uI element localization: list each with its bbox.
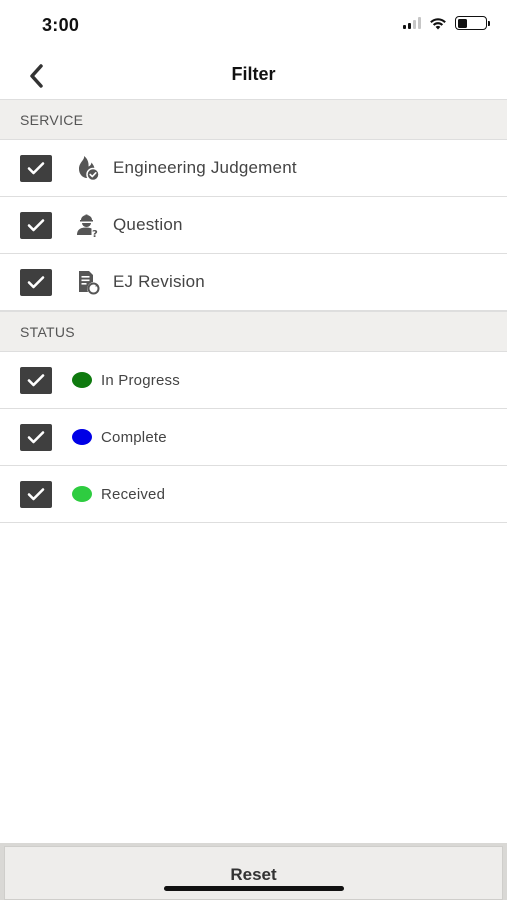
wifi-icon — [430, 17, 446, 29]
status-dot — [72, 372, 92, 388]
checkbox[interactable] — [20, 423, 52, 451]
section-header-service: SERVICE — [0, 99, 507, 140]
status-item-received[interactable]: Received — [0, 466, 507, 523]
service-item-question[interactable]: ? Question — [0, 197, 507, 254]
status-dot — [72, 486, 92, 502]
checkmark-icon — [27, 162, 45, 175]
status-item-label: Received — [101, 485, 166, 503]
battery-icon — [455, 16, 490, 30]
checkmark-icon — [27, 219, 45, 232]
checkmark-icon — [27, 374, 45, 387]
service-item-label: EJ Revision — [113, 272, 205, 291]
checkmark-icon — [27, 431, 45, 444]
status-item-complete[interactable]: Complete — [0, 409, 507, 466]
worker-question-icon: ? — [72, 210, 102, 240]
document-revision-icon — [72, 267, 102, 297]
checkbox[interactable] — [20, 366, 52, 394]
checkbox[interactable] — [20, 268, 52, 296]
svg-text:?: ? — [92, 229, 98, 239]
status-item-label: In Progress — [101, 371, 180, 389]
status-icons — [403, 16, 490, 30]
home-indicator[interactable] — [164, 886, 344, 891]
status-item-label: Complete — [101, 428, 167, 446]
fire-check-icon — [72, 153, 102, 183]
service-item-label: Question — [113, 215, 183, 234]
status-dot — [72, 429, 92, 445]
section-header-status: STATUS — [0, 311, 507, 352]
service-item-label: Engineering Judgement — [113, 158, 297, 177]
checkmark-icon — [27, 488, 45, 501]
checkbox[interactable] — [20, 480, 52, 508]
nav-bar: Filter — [0, 50, 507, 99]
reset-button[interactable]: Reset — [4, 846, 503, 900]
footer-bar: Reset — [0, 843, 507, 900]
cellular-signal-icon — [403, 17, 421, 29]
checkbox[interactable] — [20, 211, 52, 239]
status-time: 3:00 — [42, 15, 80, 35]
page-title: Filter — [231, 64, 276, 84]
filter-list: SERVICE Engineering Judgement ? Question… — [0, 99, 507, 523]
checkbox[interactable] — [20, 154, 52, 182]
checkmark-icon — [27, 276, 45, 289]
status-bar: 3:00 — [0, 0, 507, 50]
status-item-in-progress[interactable]: In Progress — [0, 352, 507, 409]
service-item-ej-revision[interactable]: EJ Revision — [0, 254, 507, 311]
service-item-engineering-judgement[interactable]: Engineering Judgement — [0, 140, 507, 197]
